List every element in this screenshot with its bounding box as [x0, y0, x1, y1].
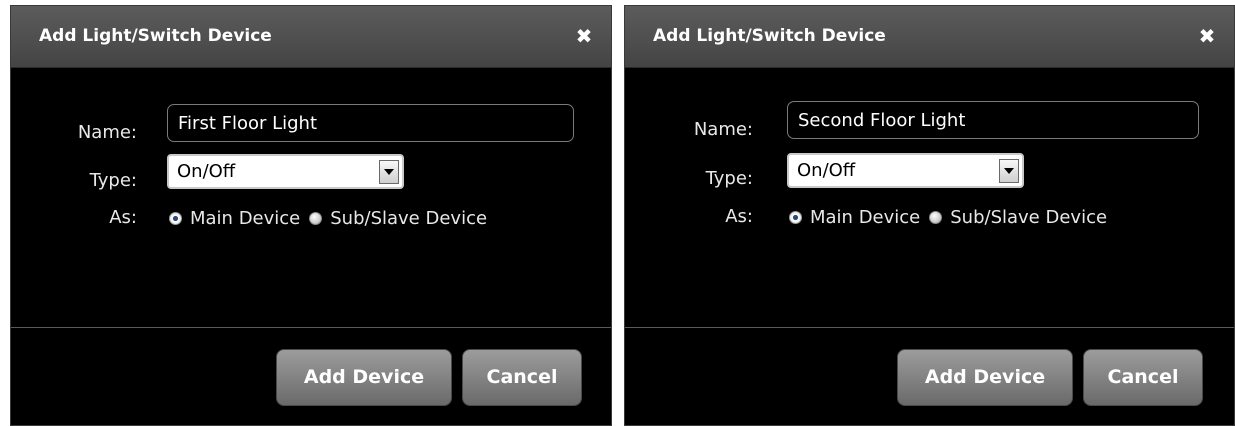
add-device-button[interactable]: Add Device — [276, 349, 452, 406]
radio-sub-slave-device-label: Sub/Slave Device — [330, 207, 488, 229]
radio-selected-icon — [789, 210, 802, 224]
close-icon[interactable]: ✖ — [573, 25, 595, 47]
radio-main-device[interactable]: Main Device — [789, 207, 920, 228]
radio-unselected-icon — [929, 210, 943, 224]
name-input[interactable] — [167, 104, 574, 142]
radio-selected-icon — [169, 211, 182, 225]
chevron-down-icon[interactable] — [379, 160, 399, 184]
as-label: As: — [109, 207, 137, 228]
add-device-button[interactable]: Add Device — [897, 349, 1073, 406]
name-input[interactable] — [787, 101, 1199, 139]
radio-sub-slave-device[interactable]: Sub/Slave Device — [929, 207, 1107, 228]
dialog-title: Add Light/Switch Device — [39, 26, 272, 46]
type-label: Type: — [89, 170, 137, 191]
dialog-title: Add Light/Switch Device — [653, 26, 886, 46]
radio-main-device[interactable]: Main Device — [169, 208, 300, 229]
cancel-button[interactable]: Cancel — [1083, 349, 1203, 406]
as-radio-group: Main Device Sub/Slave Device — [169, 206, 487, 230]
type-select[interactable]: On/Off — [167, 154, 404, 189]
as-label: As: — [725, 206, 753, 227]
cancel-button[interactable]: Cancel — [462, 349, 582, 406]
footer-divider — [625, 327, 1234, 328]
radio-sub-slave-device[interactable]: Sub/Slave Device — [309, 208, 487, 229]
close-icon[interactable]: ✖ — [1196, 25, 1218, 47]
dialog-titlebar[interactable]: Add Light/Switch Device ✖ — [625, 6, 1234, 68]
radio-sub-slave-device-label: Sub/Slave Device — [950, 206, 1108, 228]
name-label: Name: — [693, 119, 753, 140]
dialog-titlebar[interactable]: Add Light/Switch Device ✖ — [11, 6, 611, 68]
chevron-down-icon[interactable] — [999, 159, 1019, 183]
add-device-dialog-first: Add Light/Switch Device ✖ Name: Type: On… — [10, 5, 612, 426]
add-device-dialog-second: Add Light/Switch Device ✖ Name: Type: On… — [624, 5, 1235, 426]
radio-main-device-label: Main Device — [810, 206, 921, 228]
radio-main-device-label: Main Device — [190, 207, 301, 229]
type-label: Type: — [705, 168, 753, 189]
type-selected-value: On/Off — [177, 161, 236, 182]
name-label: Name: — [77, 122, 137, 143]
type-selected-value: On/Off — [797, 160, 856, 181]
footer-divider — [11, 327, 611, 328]
radio-unselected-icon — [309, 211, 323, 225]
as-radio-group: Main Device Sub/Slave Device — [789, 205, 1107, 229]
type-select[interactable]: On/Off — [787, 153, 1024, 188]
